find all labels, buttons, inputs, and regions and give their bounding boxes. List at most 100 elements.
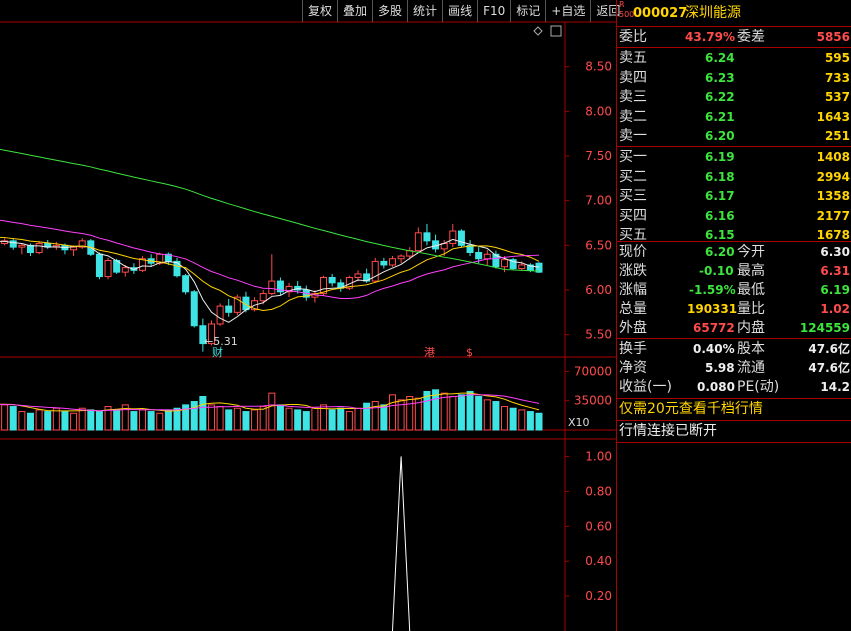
outer-volume: 65772 xyxy=(693,321,735,335)
status-text: 行情连接已断开 xyxy=(619,423,717,439)
nav: 5.98 xyxy=(705,361,735,375)
quote-panel: R 500 000027 深圳能源 委比 43.79% 委差 5856 卖五 6.… xyxy=(616,0,851,631)
volume-bar xyxy=(216,406,224,431)
candle-body xyxy=(182,275,190,293)
level-volume: 537 xyxy=(824,90,850,104)
volume-bar xyxy=(225,409,233,431)
divider xyxy=(617,26,851,27)
toolbar-button-5[interactable]: F10 xyxy=(477,0,510,22)
quote-row: 外盘 65772 内盘 124559 xyxy=(617,319,851,338)
level-volume: 1358 xyxy=(816,189,850,203)
volume-bar xyxy=(328,409,336,431)
label: 最高 xyxy=(737,263,765,279)
change: -0.10 xyxy=(699,264,734,278)
level-price: 6.24 xyxy=(705,51,735,65)
toolbar-button-4[interactable]: 画线 xyxy=(442,0,477,22)
finance-marker: 财 xyxy=(212,345,223,359)
stock-name: 深圳能源 xyxy=(685,5,741,21)
toolbar-button-7[interactable]: +自选 xyxy=(545,0,590,22)
label: 换手 xyxy=(619,341,647,357)
bid-level: 买二 6.18 2994 xyxy=(617,168,851,187)
upgrade-text[interactable]: 仅需20元查看千档行情 xyxy=(619,400,763,419)
badge-top: R xyxy=(619,0,625,9)
toolbar-button-3[interactable]: 统计 xyxy=(407,0,442,22)
volume-bar xyxy=(190,401,198,431)
volume-bar xyxy=(26,412,34,431)
candle-body xyxy=(18,244,26,248)
chart-area[interactable]: 8.508.007.507.006.506.005.50←5.31财港 $7000… xyxy=(0,0,616,631)
volume-bar xyxy=(345,411,353,431)
level-price: 6.19 xyxy=(705,150,735,164)
ma60-line xyxy=(0,148,540,272)
toolbar-button-2[interactable]: 多股 xyxy=(372,0,407,22)
label: 外盘 xyxy=(619,320,647,336)
volume-bar xyxy=(363,402,371,431)
toolbar-button-1[interactable]: 叠加 xyxy=(337,0,372,22)
toolbar-button-0[interactable]: 复权 xyxy=(302,0,337,22)
level-label: 卖二 xyxy=(619,108,647,125)
volume-bar xyxy=(354,407,362,431)
equity: 47.6亿 xyxy=(808,342,850,356)
level-price: 6.16 xyxy=(705,208,735,223)
level-price: 6.23 xyxy=(705,70,735,85)
upgrade-link[interactable]: 仅需20元查看千档行情 xyxy=(617,400,851,419)
volume-bar xyxy=(113,409,121,431)
bid-level: 买四 6.16 2177 xyxy=(617,207,851,226)
ratio-value: 43.79% xyxy=(685,30,735,44)
candle-body xyxy=(35,243,43,253)
level-volume: 595 xyxy=(824,51,850,65)
y-tick-label: 6.50 xyxy=(585,238,612,252)
volume-bar xyxy=(457,394,465,431)
y-tick-label: 5.50 xyxy=(585,328,612,342)
dividend-marker: $ xyxy=(466,346,473,359)
level-label: 卖三 xyxy=(619,89,647,105)
candle-body xyxy=(371,260,379,282)
fund-row: 收益(一) 0.080 PE(动) 14.2 xyxy=(617,378,851,397)
quote-row: 总量 190331 量比 1.02 xyxy=(617,300,851,319)
level-volume: 1408 xyxy=(816,150,850,164)
ratio-label: 委比 xyxy=(619,29,647,45)
y-tick-label: 35000 xyxy=(574,394,612,408)
ask-level: 卖二 6.21 1643 xyxy=(617,108,851,127)
volume-bar xyxy=(276,404,284,431)
volume-bar xyxy=(9,406,17,431)
quote-row: 涨跌 -0.10 最高 6.31 xyxy=(617,262,851,281)
label: 涨幅 xyxy=(619,282,647,298)
label: 现价 xyxy=(619,244,647,260)
volume-bar xyxy=(294,409,302,431)
y-tick-label: 1.00 xyxy=(585,449,612,463)
candle-body xyxy=(328,276,336,284)
label: 流通 xyxy=(737,360,765,376)
pe: 14.2 xyxy=(820,380,850,394)
candle-body xyxy=(380,260,388,266)
fund-row: 换手 0.40% 股本 47.6亿 xyxy=(617,340,851,359)
ma10-line xyxy=(0,236,540,311)
volume-bar xyxy=(380,404,388,431)
volume-bar xyxy=(535,412,543,431)
volume-bar xyxy=(388,394,396,431)
stock-code: 000027 xyxy=(633,6,688,21)
candle-body xyxy=(104,260,112,278)
volume-bar xyxy=(509,407,517,431)
divider xyxy=(617,338,851,339)
label: PE(动) xyxy=(737,379,780,395)
volume-bar xyxy=(44,411,52,431)
volume-bar xyxy=(164,409,172,431)
volume-bar xyxy=(147,411,155,431)
y-tick-label: 0.20 xyxy=(585,589,612,603)
toolbar-button-6[interactable]: 标记 xyxy=(510,0,545,22)
diff-label: 委差 xyxy=(737,29,765,45)
label: 股本 xyxy=(737,341,765,357)
level-volume: 733 xyxy=(824,70,850,85)
y-tick-label: 70000 xyxy=(574,364,612,378)
y-tick-label: 8.00 xyxy=(585,104,612,118)
volume-bar xyxy=(78,407,86,431)
level-volume: 251 xyxy=(824,129,850,143)
candle-body xyxy=(354,273,362,278)
volume-bar xyxy=(173,407,181,431)
divider xyxy=(617,442,851,443)
volume-bar xyxy=(156,412,164,431)
volume-bar xyxy=(70,412,78,431)
candle-body xyxy=(475,251,483,260)
y-tick-label: 0.60 xyxy=(585,519,612,533)
